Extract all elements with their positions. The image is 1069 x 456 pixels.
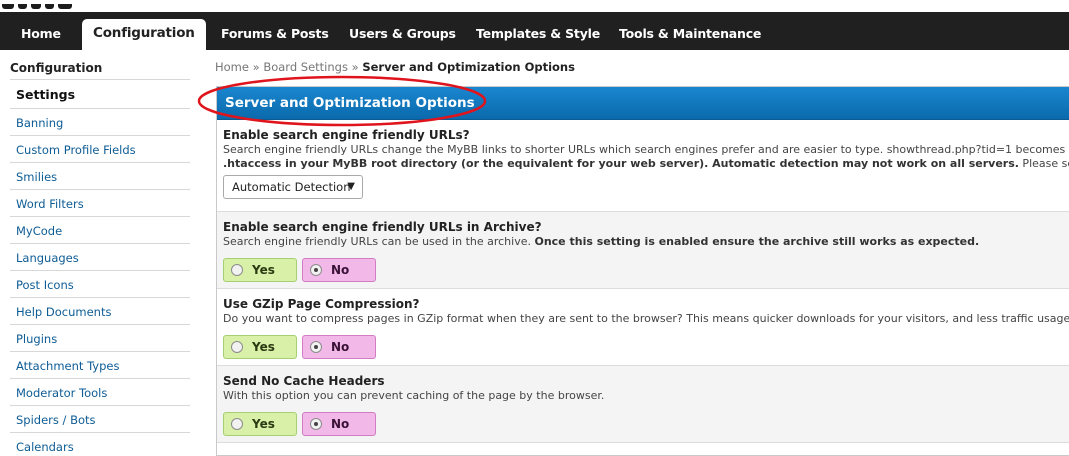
setting-description: With this option you can prevent caching… <box>223 389 605 402</box>
tab-users-groups[interactable]: Users & Groups <box>337 21 468 50</box>
yes-radio-button[interactable]: Yes <box>223 335 297 359</box>
setting-description: Do you want to compress pages in GZip fo… <box>223 312 1069 325</box>
sidebar-item-smilies[interactable]: Smilies <box>16 170 57 184</box>
setting-description: .htaccess in your MyBB root directory (o… <box>223 157 1069 170</box>
tab-templates-style[interactable]: Templates & Style <box>464 21 612 50</box>
breadcrumb-current: Server and Optimization Options <box>362 60 575 74</box>
divider <box>10 405 190 406</box>
yes-radio-button[interactable]: Yes <box>223 258 297 282</box>
tab-home[interactable]: Home <box>9 21 73 50</box>
divider <box>10 108 190 109</box>
divider <box>10 79 190 80</box>
setting-row-gzip: Use GZip Page Compression? Do you want t… <box>217 289 1069 366</box>
sidebar-item-moderator-tools[interactable]: Moderator Tools <box>16 386 107 400</box>
setting-description: Search engine friendly URLs change the M… <box>223 143 1069 156</box>
divider <box>10 324 190 325</box>
radio-circle-icon <box>231 341 243 353</box>
divider <box>10 216 190 217</box>
sidebar-item-spiders-bots[interactable]: Spiders / Bots <box>16 413 96 427</box>
breadcrumb-separator: » <box>252 60 260 74</box>
radio-selected-icon <box>310 264 322 276</box>
no-radio-button[interactable]: No <box>302 258 376 282</box>
breadcrumb-home[interactable]: Home <box>215 60 249 74</box>
sidebar-item-calendars[interactable]: Calendars <box>16 440 74 454</box>
radio-circle-icon <box>231 418 243 430</box>
breadcrumb-separator: » <box>351 60 359 74</box>
panel-header: Server and Optimization Options <box>217 87 1069 120</box>
yes-radio-button[interactable]: Yes <box>223 412 297 436</box>
tab-tools-maintenance[interactable]: Tools & Maintenance <box>607 21 773 50</box>
divider <box>10 270 190 271</box>
setting-title: Enable search engine friendly URLs in Ar… <box>223 220 542 234</box>
sidebar-item-attachment-types[interactable]: Attachment Types <box>16 359 119 373</box>
sidebar-item-help-documents[interactable]: Help Documents <box>16 305 111 319</box>
divider <box>10 432 190 433</box>
radio-circle-icon <box>231 264 243 276</box>
logo-icon <box>0 0 80 9</box>
sidebar: Configuration Settings Banning Custom Pr… <box>0 50 195 454</box>
settings-panel: Server and Optimization Options Enable s… <box>216 86 1069 456</box>
radio-selected-icon <box>310 418 322 430</box>
no-radio-button[interactable]: No <box>302 412 376 436</box>
setting-row-seo-urls-archive: Enable search engine friendly URLs in Ar… <box>217 212 1069 289</box>
tab-forums-posts[interactable]: Forums & Posts <box>209 21 341 50</box>
sidebar-item-settings[interactable]: Settings <box>16 87 75 102</box>
divider <box>10 243 190 244</box>
radio-label: No <box>331 263 350 277</box>
divider <box>10 351 190 352</box>
divider <box>10 189 190 190</box>
radio-label: Yes <box>252 417 275 431</box>
divider <box>10 135 190 136</box>
setting-description: Search engine friendly URLs can be used … <box>223 235 980 248</box>
sidebar-item-word-filters[interactable]: Word Filters <box>16 197 84 211</box>
logo-fragment <box>0 0 1069 12</box>
radio-label: No <box>331 417 350 431</box>
sidebar-item-custom-profile-fields[interactable]: Custom Profile Fields <box>16 143 136 157</box>
seo-urls-select[interactable]: Automatic Detection ▼ <box>223 175 363 199</box>
select-value: Automatic Detection <box>232 180 351 194</box>
sidebar-item-languages[interactable]: Languages <box>16 251 79 265</box>
radio-label: Yes <box>252 340 275 354</box>
chevron-down-icon: ▼ <box>347 181 355 192</box>
divider <box>10 297 190 298</box>
breadcrumb: Home » Board Settings » Server and Optim… <box>215 60 575 74</box>
no-radio-button[interactable]: No <box>302 335 376 359</box>
panel-title: Server and Optimization Options <box>225 95 475 111</box>
top-nav-bar: Home Configuration Forums & Posts Users … <box>0 12 1069 50</box>
tab-configuration[interactable]: Configuration <box>82 19 206 50</box>
radio-label: No <box>331 340 350 354</box>
setting-row-seo-urls: Enable search engine friendly URLs? Sear… <box>217 121 1069 212</box>
sidebar-heading: Configuration <box>10 61 103 75</box>
divider <box>10 378 190 379</box>
setting-title: Enable search engine friendly URLs? <box>223 128 470 142</box>
radio-label: Yes <box>252 263 275 277</box>
sidebar-item-mycode[interactable]: MyCode <box>16 224 62 238</box>
setting-row-no-cache: Send No Cache Headers With this option y… <box>217 366 1069 443</box>
radio-selected-icon <box>310 341 322 353</box>
sidebar-item-post-icons[interactable]: Post Icons <box>16 278 74 292</box>
setting-title: Use GZip Page Compression? <box>223 297 420 311</box>
sidebar-item-plugins[interactable]: Plugins <box>16 332 57 346</box>
breadcrumb-board-settings[interactable]: Board Settings <box>263 60 348 74</box>
sidebar-item-banning[interactable]: Banning <box>16 116 63 130</box>
divider <box>10 162 190 163</box>
setting-title: Send No Cache Headers <box>223 374 385 388</box>
